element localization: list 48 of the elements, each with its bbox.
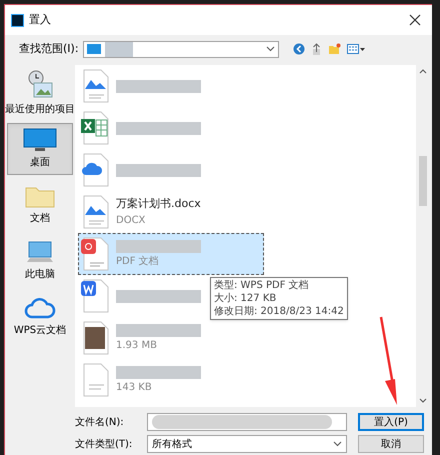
- new-folder-icon[interactable]: [328, 43, 341, 55]
- view-menu-icon[interactable]: [347, 44, 365, 54]
- tooltip-line: 类型: WPS PDF 文档: [214, 279, 310, 292]
- image-document-icon: [81, 69, 111, 103]
- sidebar-item[interactable]: WPS云文档: [7, 291, 73, 343]
- place-button[interactable]: 置入(P): [358, 413, 424, 431]
- file-name-field[interactable]: [147, 413, 347, 431]
- sidebar-item[interactable]: 此电脑: [7, 235, 73, 287]
- sidebar-item[interactable]: 最近使用的项目: [7, 67, 73, 119]
- computer-icon: [25, 240, 55, 264]
- sidebar-item[interactable]: 文档: [7, 179, 73, 231]
- monitor-icon: [87, 44, 101, 54]
- cloud-icon: [24, 296, 56, 320]
- look-in-label: 查找范围(I):: [19, 40, 79, 57]
- file-item[interactable]: 1.93 MB: [78, 317, 204, 359]
- photo-document-icon: [81, 321, 111, 355]
- file-item[interactable]: 143 KB: [78, 359, 204, 401]
- monitor-icon: [23, 128, 57, 152]
- scrollbar-thumb[interactable]: [419, 156, 427, 206]
- spreadsheet-icon: [81, 111, 111, 145]
- chevron-down-icon: [266, 46, 275, 52]
- tooltip-line: 大小: 127 KB: [214, 292, 278, 305]
- app-logo-icon: [11, 14, 24, 26]
- file-type-label: 文件类型(T):: [75, 438, 134, 452]
- file-detail: 143 KB: [116, 380, 153, 394]
- cloud-document-icon: [81, 153, 111, 187]
- blurred-block: [105, 42, 133, 56]
- file-name-label: 文件名(N):: [75, 416, 125, 430]
- word-document-icon: [81, 279, 111, 313]
- file-name: 万案计划书.docx: [116, 196, 201, 212]
- file-detail: 1.93 MB: [116, 338, 158, 352]
- chevron-down-icon: [419, 398, 427, 403]
- sidebar-item[interactable]: 桌面: [7, 123, 73, 175]
- tooltip-line: 修改日期: 2018/8/23 14:42: [214, 305, 344, 318]
- file-detail: PDF 文档: [116, 254, 160, 268]
- image-document-icon: [81, 195, 111, 229]
- file-detail: DOCX: [116, 214, 146, 228]
- close-icon[interactable]: [409, 14, 421, 26]
- pdf-document-icon: [81, 237, 111, 271]
- up-folder-icon[interactable]: [311, 42, 322, 56]
- file-item[interactable]: 万案计划书.docx DOCX: [78, 191, 204, 233]
- cancel-button[interactable]: 取消: [358, 435, 424, 453]
- chevron-down-icon: [333, 441, 342, 447]
- file-type-dropdown[interactable]: 所有格式: [147, 435, 347, 453]
- chevron-up-icon: [419, 69, 427, 74]
- window-title: 置入: [29, 12, 51, 28]
- look-in-dropdown[interactable]: [83, 40, 279, 58]
- document-icon: [81, 363, 111, 397]
